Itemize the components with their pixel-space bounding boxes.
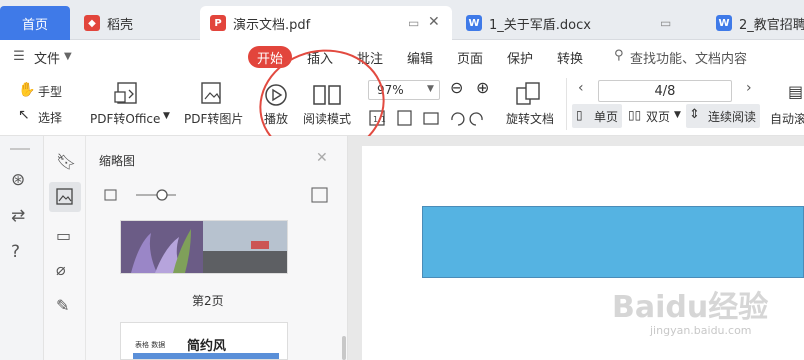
search-icon[interactable]: ⚲ [614, 48, 624, 63]
zoom-out-icon[interactable]: ⊖ [450, 78, 463, 97]
select-tool[interactable]: 选择 [38, 109, 62, 126]
tab-bar: 首页 ◆ 稻壳 P 演示文档.pdf ▭ ✕ W 1_关于军盾.docx ▭ W… [0, 0, 804, 40]
thumbnail-heading: 简约风 [187, 339, 227, 354]
chevron-down-icon[interactable]: ▼ [674, 110, 681, 120]
watermark-url: jingyan.baidu.com [650, 324, 752, 337]
window-icon[interactable]: ▭ [408, 16, 419, 30]
bookmark-icon[interactable]: 🔖︎ [56, 152, 76, 171]
thumbnail-page-label: 第2页 [192, 294, 224, 308]
tab-demo-pdf[interactable]: P 演示文档.pdf ▭ ✕ [200, 6, 452, 40]
pdf-to-office-icon [114, 82, 137, 104]
scrollbar[interactable] [342, 336, 346, 360]
attachment-icon[interactable]: ⌀ [56, 260, 66, 279]
close-panel-icon[interactable]: ✕ [316, 150, 328, 166]
divider [566, 78, 567, 130]
close-tab-icon[interactable]: ✕ [428, 14, 440, 30]
chevron-down-icon: ▼ [427, 84, 434, 94]
thumbnail-title: 缩略图 [99, 154, 136, 168]
comment-icon[interactable]: ▭ [56, 226, 71, 245]
daoke-icon: ◆ [84, 15, 100, 31]
rotate-left-icon [451, 112, 465, 126]
rotate-right-icon [469, 112, 483, 126]
double-page-button[interactable]: 双页 [646, 108, 670, 125]
tab-label: 稻壳 [107, 17, 134, 33]
pdf-to-image-button[interactable]: PDF转图片 [184, 110, 243, 127]
pdf-to-image-icon [201, 82, 221, 104]
view-controls: 1:1 [369, 110, 483, 126]
translate-icon[interactable]: ⇄ [11, 206, 25, 226]
thumbnail-icon [56, 188, 73, 205]
tab-docx-1[interactable]: W 1_关于军盾.docx ▭ [456, 6, 702, 40]
word-file-icon: W [716, 15, 732, 31]
search-text-icon[interactable]: ⊛ [11, 170, 25, 190]
tab-daoke[interactable]: ◆ 稻壳 [74, 6, 194, 40]
small-image-icon [104, 189, 117, 201]
single-page-label: 单页 [594, 110, 619, 124]
thumbnail-page-3[interactable]: 表格 数据 简约风 [120, 322, 288, 360]
thumbnail-tab[interactable] [49, 182, 81, 212]
chevron-down-icon[interactable]: ▼ [64, 51, 72, 62]
menu-file[interactable]: 文件 [34, 48, 60, 67]
tab-label: 1_关于军盾.docx [489, 17, 591, 33]
thumbnail-size-slider[interactable] [104, 186, 336, 206]
menu-bar: ☰ 文件 ▼ 开始 插入 批注 编辑 页面 保护 转换 ⚲ 查找功能、文档内容 [0, 40, 804, 104]
prev-page-icon[interactable]: ‹ [578, 80, 584, 96]
hand-icon: ✋ [18, 82, 36, 98]
tab-home[interactable]: 首页 [0, 6, 70, 40]
menu-protect[interactable]: 保护 [507, 48, 533, 67]
tab-label: 演示文档.pdf [233, 17, 311, 33]
menu-page[interactable]: 页面 [457, 48, 483, 67]
tab-docx-2[interactable]: W 2_教官招聘要 [706, 6, 804, 40]
fit-width-icon [423, 112, 439, 125]
help-icon[interactable]: ? [11, 242, 20, 262]
auto-scroll-icon: ▤ [788, 82, 804, 101]
page-number-input[interactable]: 4/8 [598, 80, 732, 102]
toolbar: ✋ 手型 ↖ 选择 PDF转Office ▼ PDF转图片 播放 阅读模式 97… [0, 74, 804, 136]
watermark-brand: Baidu经验 [612, 290, 769, 325]
cursor-icon: ↖ [18, 107, 30, 123]
drag-handle[interactable] [10, 148, 30, 150]
tab-label: 2_教官招聘要 [739, 17, 804, 33]
pdf-to-office-button[interactable]: PDF转Office [90, 110, 160, 127]
blue-rectangle [422, 206, 804, 278]
pdf-file-icon: P [210, 15, 226, 31]
thumbnail-sub: 表格 数据 [135, 341, 166, 349]
search-input[interactable]: 查找功能、文档内容 [630, 48, 747, 67]
page-indicator: 4/8 [654, 83, 676, 99]
fit-page-icon [397, 110, 412, 126]
continuous-label: 连续阅读 [708, 110, 757, 124]
window-icon[interactable]: ▭ [660, 16, 671, 30]
continuous-read-icon: ⇕ [689, 107, 700, 122]
zoom-in-icon[interactable]: ⊕ [476, 78, 489, 97]
thumbnail-panel: 缩略图 ✕ 第2页 表格 数据 简约风 [86, 136, 348, 360]
hand-tool[interactable]: 手型 [38, 83, 62, 100]
signature-icon[interactable]: ✎ [56, 296, 69, 315]
chevron-down-icon[interactable]: ▼ [163, 111, 170, 121]
single-page-button[interactable]: ▯ 单页 [572, 104, 622, 128]
rotate-document-button[interactable]: 旋转文档 [506, 110, 554, 127]
thumbnail-image [121, 221, 287, 273]
thumbnail-page-2[interactable] [120, 220, 288, 274]
word-file-icon: W [466, 15, 482, 31]
menu-convert[interactable]: 转换 [557, 48, 583, 67]
hamburger-icon[interactable]: ☰ [12, 49, 26, 64]
panel-rail: 🔖︎ ▭ ⌀ ✎ [44, 136, 86, 360]
left-rail: ⊛ ⇄ ? [0, 136, 44, 360]
large-image-icon [311, 187, 328, 203]
next-page-icon[interactable]: › [746, 80, 752, 96]
menu-edit[interactable]: 编辑 [407, 48, 433, 67]
rotate-document-icon [516, 82, 540, 105]
single-page-icon: ▯ [576, 108, 583, 122]
slider-knob [156, 189, 168, 201]
continuous-button[interactable]: ⇕ 连续阅读 [686, 104, 760, 128]
auto-scroll-button[interactable]: 自动滚 [770, 110, 804, 127]
thumbnail-table-header [133, 353, 279, 359]
double-page-icon: ▯▯ [628, 108, 642, 122]
